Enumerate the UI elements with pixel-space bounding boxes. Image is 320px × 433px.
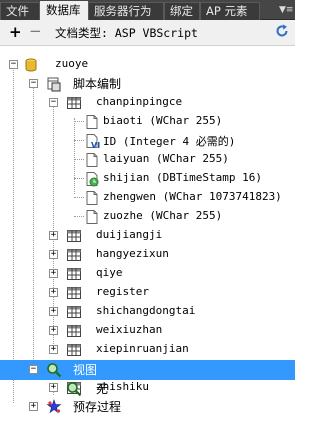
- tree-guide: [74, 121, 84, 122]
- tree-label: hangyezixun: [96, 247, 169, 260]
- tree-label: 视图: [73, 363, 98, 377]
- tree-guide: [74, 178, 84, 179]
- tree-node-table[interactable]: + xiepinruanjian: [0, 340, 295, 359]
- svg-text:VI: VI: [91, 141, 100, 149]
- key-column-icon: VI: [86, 134, 100, 149]
- remove-button[interactable]: −: [29, 22, 42, 40]
- tree-node-column[interactable]: zhengwen (WChar 1073741823): [0, 188, 295, 207]
- view-icon: [67, 382, 82, 397]
- tree-label: weixiuzhan: [96, 323, 163, 336]
- expand-toggle[interactable]: +: [49, 326, 58, 335]
- tree-node-connection[interactable]: − zuoye: [0, 55, 295, 74]
- stored-procedure-icon: [46, 399, 62, 414]
- tree-label: register: [96, 285, 149, 298]
- tree-node-column[interactable]: laiyuan (WChar 255): [0, 150, 295, 169]
- tree-node-table[interactable]: − chanpinpingce: [0, 93, 295, 112]
- panel-menu-icon[interactable]: ▼≡: [279, 3, 293, 17]
- tree-node-procedures[interactable]: + 预存过程: [0, 397, 295, 416]
- table-icon: [67, 97, 81, 109]
- tree-guide: [74, 197, 84, 198]
- tab-bindings[interactable]: 绑定: [164, 2, 200, 20]
- tree-node-column[interactable]: shijian (DBTimeStamp 16): [0, 169, 295, 188]
- tab-server-behaviors[interactable]: 服务器行为: [88, 2, 164, 20]
- tree-node-table[interactable]: + hangyezixun: [0, 245, 295, 264]
- expand-toggle[interactable]: +: [29, 402, 38, 411]
- tree-label: 预存过程: [73, 400, 122, 414]
- expand-toggle[interactable]: +: [49, 288, 58, 297]
- table-icon: [67, 325, 81, 337]
- tab-label: 绑定: [170, 4, 193, 18]
- tree-node-views[interactable]: − 视图: [0, 360, 295, 379]
- add-button[interactable]: +: [9, 23, 22, 41]
- tree-label: shijian (DBTimeStamp 16): [103, 171, 262, 184]
- collapse-toggle[interactable]: −: [29, 79, 38, 88]
- tree-label: shichangdongtai: [96, 304, 196, 317]
- collapse-toggle[interactable]: −: [9, 60, 18, 69]
- column-icon: [86, 210, 98, 224]
- column-icon: [86, 191, 98, 205]
- tree-label: 无: [96, 382, 109, 396]
- tree-label: 脚本编制: [73, 77, 122, 91]
- tree-label: zuoye: [55, 57, 89, 70]
- table-icon: [67, 268, 81, 280]
- tab-files[interactable]: 文件: [0, 2, 40, 20]
- tree-node-column[interactable]: biaoti (WChar 255): [0, 112, 295, 131]
- tree-node-table[interactable]: + qiye: [0, 264, 295, 283]
- expand-toggle[interactable]: +: [49, 345, 58, 354]
- tree-guide: [74, 216, 84, 217]
- table-icon: [67, 287, 81, 299]
- tree-node-column[interactable]: zuozhe (WChar 255): [0, 207, 295, 226]
- tree-guide: [74, 159, 84, 160]
- refresh-icon[interactable]: [275, 24, 289, 38]
- tree-node-table[interactable]: + register: [0, 283, 295, 302]
- tree-label: laiyuan (WChar 255): [103, 152, 229, 165]
- tree-label: ID (Integer 4 必需的): [103, 135, 236, 148]
- tree-label: zhengwen (WChar 1073741823): [103, 190, 282, 203]
- column-icon: [86, 115, 98, 129]
- tree-node-scripts[interactable]: − 脚本编制: [0, 74, 295, 93]
- tree-label: biaoti (WChar 255): [103, 114, 223, 127]
- expand-toggle[interactable]: +: [49, 250, 58, 259]
- tree-node-column[interactable]: VI ID (Integer 4 必需的): [0, 131, 295, 150]
- tree-label: chanpinpingce: [96, 95, 183, 108]
- table-icon: [67, 344, 81, 356]
- tree-label: xiepinruanjian: [96, 342, 189, 355]
- table-icon: [67, 306, 81, 318]
- tree-label: duijiangji: [96, 228, 163, 241]
- tree-node-table[interactable]: + shichangdongtai: [0, 302, 295, 321]
- tab-label: AP 元素: [206, 4, 248, 18]
- database-icon: [25, 58, 37, 72]
- toolbar: + − 文档类型: ASP VBScript: [0, 20, 295, 46]
- expand-toggle[interactable]: +: [49, 269, 58, 278]
- tables-folder-icon: [47, 77, 61, 92]
- tree-guide: [74, 140, 84, 141]
- tree-node-view-none[interactable]: 无: [0, 379, 295, 398]
- document-type-label: 文档类型: ASP VBScript: [55, 26, 198, 40]
- tab-ap-elements[interactable]: AP 元素: [200, 2, 260, 20]
- collapse-toggle[interactable]: −: [29, 365, 38, 374]
- collapse-toggle[interactable]: −: [49, 98, 58, 107]
- table-icon: [67, 249, 81, 261]
- tab-databases[interactable]: 数据库: [40, 1, 88, 20]
- expand-toggle[interactable]: +: [49, 307, 58, 316]
- tab-label: 文件: [6, 4, 29, 18]
- tab-label: 数据库: [46, 3, 81, 17]
- tree-node-table[interactable]: + weixiuzhan: [0, 321, 295, 340]
- table-icon: [67, 230, 81, 242]
- column-icon: [86, 153, 98, 167]
- tree-label: zuozhe (WChar 255): [103, 209, 223, 222]
- expand-toggle[interactable]: +: [49, 231, 58, 240]
- view-icon: [47, 363, 62, 378]
- clock-column-icon: [86, 172, 99, 187]
- tree-label: qiye: [96, 266, 123, 279]
- tree-node-table[interactable]: + duijiangji: [0, 226, 295, 245]
- tab-label: 服务器行为: [94, 4, 152, 18]
- panel-tab-bar: 文件 数据库 服务器行为 绑定 AP 元素 ▼≡: [0, 0, 295, 20]
